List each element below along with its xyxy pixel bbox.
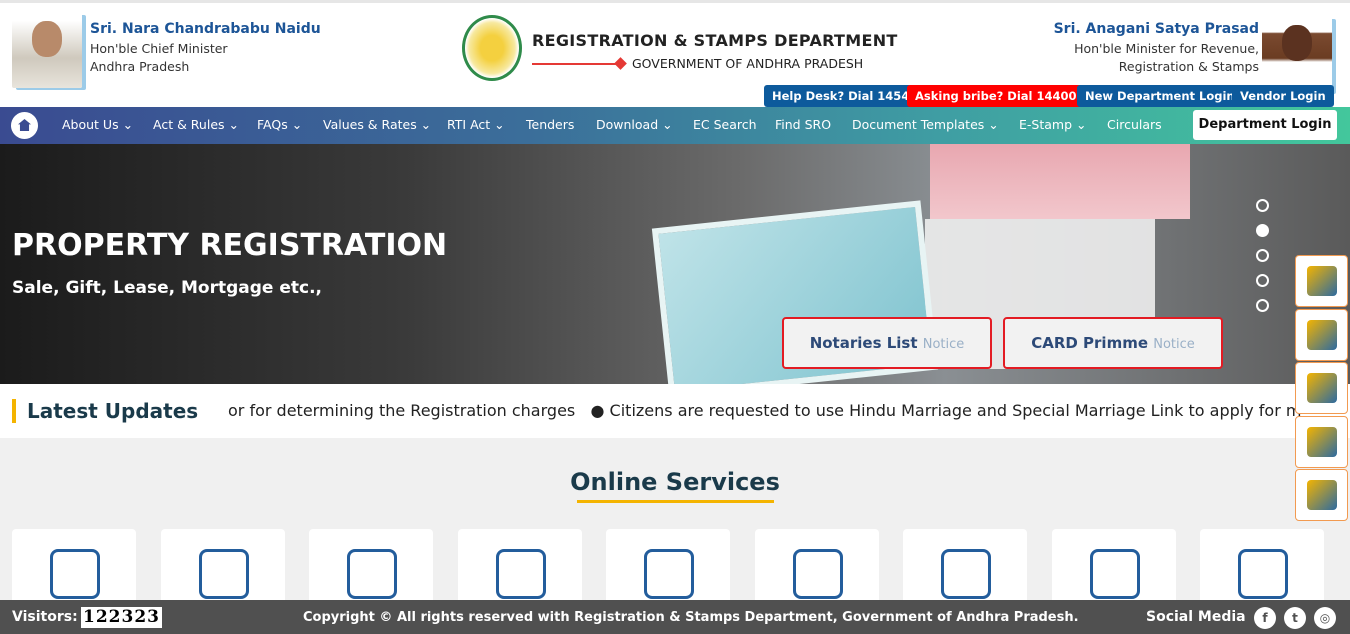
nav-circulars[interactable]: Circulars (1107, 117, 1162, 132)
notaries-list-button[interactable]: Notaries List Notice (782, 317, 992, 369)
minister-name: Sri. Anagani Satya Prasad (1053, 21, 1259, 37)
slide-dot[interactable] (1256, 299, 1269, 312)
nav-about-us[interactable]: About Us ⌄ (62, 117, 133, 132)
header: Sri. Nara Chandrababu Naidu Hon'ble Chie… (0, 0, 1350, 107)
marriage-icon (495, 549, 546, 599)
building-icon (347, 549, 397, 599)
new-department-login-button[interactable]: New Department Login (1077, 85, 1243, 107)
latest-updates-bar: Latest Updates or for determining the Re… (0, 384, 1350, 438)
quick-link-button[interactable] (1295, 308, 1348, 361)
slide-dot[interactable] (1256, 274, 1269, 287)
slide-dot[interactable] (1256, 249, 1269, 262)
minister-role-2: Registration & Stamps (1118, 59, 1259, 74)
secure-card-icon (1238, 549, 1288, 599)
main-nav: About Us ⌄ Act & Rules ⌄ FAQs ⌄ Values &… (0, 107, 1350, 144)
nav-e-stamp[interactable]: E-Stamp ⌄ (1019, 117, 1086, 132)
nav-rti-act[interactable]: RTI Act ⌄ (447, 117, 505, 132)
quick-link-button[interactable] (1295, 362, 1348, 414)
mobile-payment-icon (1307, 480, 1337, 510)
ap-emblem-logo (462, 15, 522, 81)
copyright: Copyright © All rights reserved with Reg… (303, 610, 1079, 625)
property-search-icon (1307, 373, 1337, 403)
facebook-icon[interactable]: f (1254, 607, 1276, 629)
minister-photo (1262, 17, 1332, 92)
quick-link-button[interactable] (1295, 469, 1348, 521)
nav-find-sro[interactable]: Find SRO (775, 117, 831, 132)
cm-photo (12, 13, 82, 88)
hero-carousel: PROPERTY REGISTRATION Sale, Gift, Lease,… (0, 144, 1350, 384)
certificate-icon (644, 549, 694, 599)
twitter-icon[interactable]: t (1284, 607, 1306, 629)
site-title: REGISTRATION & STAMPS DEPARTMENT (532, 31, 898, 50)
latest-updates-label: Latest Updates (12, 399, 199, 423)
nav-download[interactable]: Download ⌄ (596, 117, 673, 132)
users-icon (198, 549, 249, 599)
certificate-icon (1307, 319, 1337, 350)
auction-icon (1307, 266, 1337, 296)
site-subtitle: GOVERNMENT OF ANDHRA PRADESH (632, 56, 864, 71)
instagram-icon[interactable]: ◎ (1314, 607, 1336, 629)
cm-name: Sri. Nara Chandrababu Naidu (90, 21, 321, 37)
minister-role: Hon'ble Minister for Revenue, (1074, 41, 1259, 56)
bribe-button[interactable]: Asking bribe? Dial 14400 (907, 85, 1085, 107)
hero-subtitle: Sale, Gift, Lease, Mortgage etc., (12, 278, 323, 298)
visitors-label: Visitors: (12, 609, 78, 625)
social-media-label: Social Media (1146, 609, 1246, 625)
nav-document-templates[interactable]: Document Templates ⌄ (852, 117, 999, 132)
footer: Visitors: 122323 Copyright © All rights … (0, 600, 1350, 634)
updates-ticker[interactable]: or for determining the Registration char… (228, 401, 1301, 420)
quick-link-button[interactable] (1295, 415, 1348, 468)
visitor-counter: 122323 (81, 607, 162, 628)
nav-act-rules[interactable]: Act & Rules ⌄ (153, 117, 239, 132)
checklist-laptop-icon (50, 549, 100, 599)
hero-title: PROPERTY REGISTRATION (12, 228, 448, 263)
quick-link-button[interactable] (1295, 255, 1348, 307)
nav-values-rates[interactable]: Values & Rates ⌄ (323, 117, 431, 132)
vendor-login-button[interactable]: Vendor Login (1232, 85, 1334, 107)
nav-tenders[interactable]: Tenders (526, 117, 574, 132)
cm-state: Andhra Pradesh (90, 59, 190, 74)
helpdesk-button[interactable]: Help Desk? Dial 14544 (764, 85, 926, 107)
document-stamp-icon (941, 549, 991, 599)
online-services-title: Online Services (570, 468, 780, 496)
document-approval-icon (1307, 426, 1337, 457)
rupee-hand-icon (792, 549, 843, 599)
cm-role: Hon'ble Chief Minister (90, 41, 228, 56)
slide-dot-active[interactable] (1256, 224, 1269, 237)
nav-ec-search[interactable]: EC Search (693, 117, 757, 132)
legal-document-icon (1089, 549, 1140, 599)
department-login-button[interactable]: Department Login (1193, 110, 1337, 140)
nav-faqs[interactable]: FAQs ⌄ (257, 117, 302, 132)
home-icon[interactable] (11, 112, 38, 139)
card-primme-button[interactable]: CARD Primme Notice (1003, 317, 1223, 369)
slide-dot[interactable] (1256, 199, 1269, 212)
